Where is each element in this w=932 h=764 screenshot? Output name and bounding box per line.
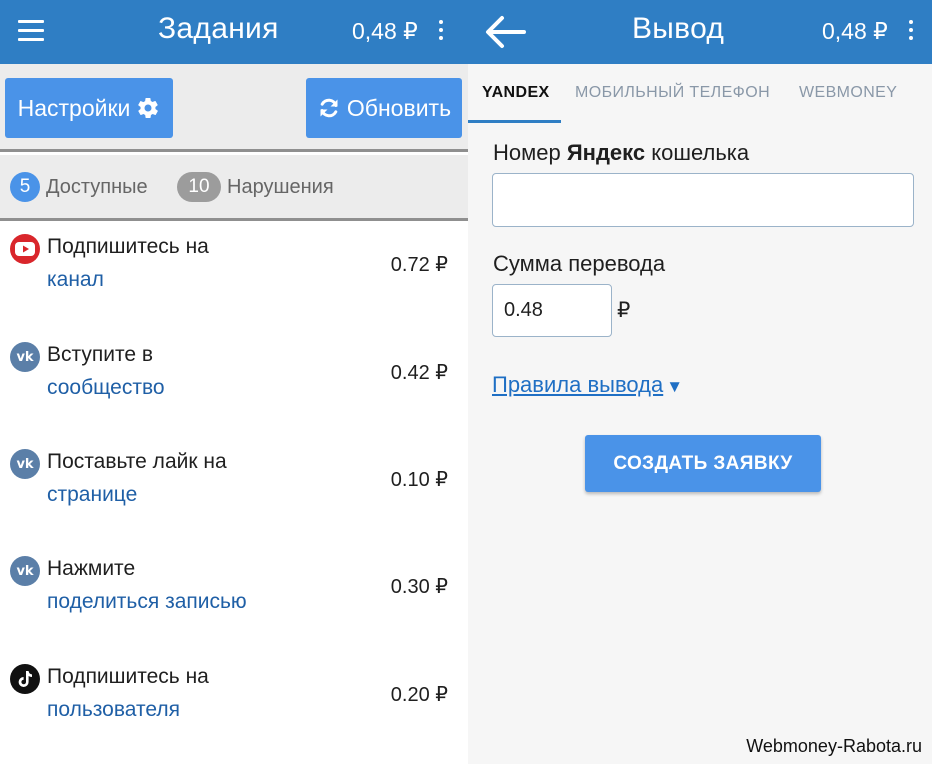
task-target-link[interactable]: пользователя	[47, 698, 180, 722]
task-target-link[interactable]: странице	[47, 483, 137, 507]
task-target-link[interactable]: сообщество	[47, 376, 165, 400]
tab-yandex[interactable]: YANDEX	[482, 84, 550, 102]
vk-icon: vk	[10, 449, 40, 479]
settings-button[interactable]: Настройки	[5, 78, 173, 138]
filter-violations[interactable]: 10 Нарушения	[177, 172, 334, 202]
refresh-button-label: Обновить	[346, 94, 452, 121]
task-action-text: Вступите в	[47, 343, 154, 366]
wallet-label-suffix: кошелька	[645, 140, 750, 165]
active-tab-indicator	[468, 120, 561, 123]
tiktok-icon	[10, 664, 40, 694]
task-filter-bar: 5 Доступные 10 Нарушения	[0, 155, 468, 221]
page-title: Вывод	[632, 12, 725, 45]
task-price: 0.10 ₽	[390, 469, 448, 491]
refresh-icon	[320, 98, 338, 118]
create-request-button[interactable]: СОЗДАТЬ ЗАЯВКУ	[585, 435, 821, 492]
vk-icon: vk	[10, 342, 40, 372]
settings-button-label: Настройки	[17, 94, 131, 121]
tab-mobile-phone[interactable]: МОБИЛЬНЫЙ ТЕЛЕФОН	[575, 84, 770, 102]
task-item[interactable]: vk Вступите в сообщество 0.42 ₽	[0, 330, 468, 438]
wallet-label-bold: Яндекс	[566, 140, 646, 165]
page-title: Задания	[158, 12, 279, 45]
tab-webmoney[interactable]: WEBMONEY	[799, 84, 897, 102]
hamburger-menu-icon[interactable]	[18, 20, 44, 42]
currency-symbol: ₽	[617, 299, 631, 322]
triangle-down-icon: ▼	[666, 377, 684, 396]
tasks-screen: Задания 0,48 ₽ Настройки Обновить 5 Дост…	[0, 0, 468, 764]
refresh-button[interactable]: Обновить	[306, 78, 462, 138]
action-bar: Настройки Обновить	[0, 64, 468, 152]
overflow-menu-icon[interactable]	[906, 20, 916, 44]
task-item[interactable]: Подпишитесь на канал 0.72 ₽	[0, 222, 468, 330]
task-action-text: Подпишитесь на	[47, 235, 209, 258]
wallet-number-label: Номер Яндекс кошелька	[493, 140, 749, 166]
violations-count-badge: 10	[177, 172, 221, 202]
task-action-text: Нажмите	[47, 557, 136, 580]
withdraw-screen: Вывод 0,48 ₽ YANDEX МОБИЛЬНЫЙ ТЕЛЕФОН WE…	[468, 0, 932, 764]
youtube-icon	[10, 234, 40, 264]
wallet-label-prefix: Номер	[493, 140, 567, 165]
withdraw-rules-link[interactable]: Правила вывода ▼	[492, 372, 683, 398]
task-price: 0.42 ₽	[390, 362, 448, 384]
vk-glyph: vk	[16, 456, 34, 472]
withdraw-app-bar: Вывод 0,48 ₽	[468, 0, 932, 64]
task-action-text: Подпишитесь на	[47, 665, 209, 688]
task-price: 0.20 ₽	[390, 684, 448, 706]
balance-label: 0,48 ₽	[352, 18, 418, 44]
overflow-menu-icon[interactable]	[436, 20, 446, 44]
task-target-link[interactable]: поделиться записью	[47, 590, 247, 614]
available-filter-label: Доступные	[46, 175, 148, 198]
task-item[interactable]: vk Поставьте лайк на странице 0.10 ₽	[0, 437, 468, 545]
amount-label: Сумма перевода	[493, 251, 666, 276]
task-target-link[interactable]: канал	[47, 268, 104, 292]
vk-glyph: vk	[16, 563, 34, 579]
filter-available[interactable]: 5 Доступные	[10, 172, 148, 202]
amount-input[interactable]	[492, 284, 612, 337]
vk-glyph: vk	[16, 349, 34, 365]
watermark-text: Webmoney-Rabota.ru	[746, 736, 922, 756]
payment-method-tabs: YANDEX МОБИЛЬНЫЙ ТЕЛЕФОН WEBMONEY	[468, 64, 932, 124]
vk-icon: vk	[10, 556, 40, 586]
available-count-badge: 5	[10, 172, 40, 202]
task-action-text: Поставьте лайк на	[47, 450, 227, 473]
tasks-app-bar: Задания 0,48 ₽	[0, 0, 468, 64]
violations-filter-label: Нарушения	[227, 175, 334, 198]
rules-link-text: Правила вывода	[492, 372, 664, 397]
task-item[interactable]: Подпишитесь на пользователя 0.20 ₽	[0, 652, 468, 760]
gear-icon	[138, 97, 159, 119]
task-price: 0.30 ₽	[390, 576, 448, 598]
task-item[interactable]: vk Нажмите поделиться записью 0.30 ₽	[0, 544, 468, 652]
back-arrow-icon[interactable]	[484, 14, 526, 50]
task-price: 0.72 ₽	[390, 254, 448, 276]
wallet-number-input[interactable]	[492, 173, 914, 227]
balance-label: 0,48 ₽	[822, 18, 888, 44]
